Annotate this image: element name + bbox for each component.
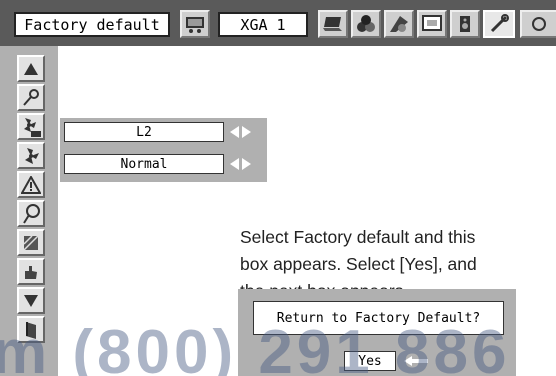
arrow-right-icon[interactable] [242,158,251,170]
pointer-arrow-icon [404,356,428,366]
exit-icon[interactable] [17,316,45,343]
instruction-line-2: box appears. Select [Yes], and [240,254,477,274]
confirm-dialog: Return to Factory Default? Yes [238,289,516,376]
row2-arrows[interactable] [230,158,251,170]
setting-value-2[interactable]: Normal [64,154,224,174]
arrow-left-icon[interactable] [230,126,239,138]
arrow-left-icon[interactable] [230,158,239,170]
speaker-icon[interactable] [450,10,480,38]
arrow-down-icon[interactable] [17,287,45,314]
filter-icon[interactable] [17,229,45,256]
warning-icon[interactable] [17,171,45,198]
balls-icon[interactable] [351,10,381,38]
screen-icon[interactable] [417,10,447,38]
row1-arrows[interactable] [230,126,251,138]
yes-button[interactable]: Yes [344,351,396,371]
setting-value-1[interactable]: L2 [64,122,224,142]
palette-icon[interactable] [384,10,414,38]
lamp-icon[interactable] [17,200,45,227]
sidebar-menu [0,46,58,376]
dialog-question: Return to Factory Default? [253,301,504,335]
key-icon[interactable] [17,84,45,111]
instruction-line-1: Select Factory default and this [240,227,476,247]
fan-icon[interactable] [17,142,45,169]
fan-off-icon[interactable] [17,113,45,140]
input-source-label: XGA 1 [218,12,308,37]
settings-panel: L2 Normal [60,118,267,182]
arrow-right-icon[interactable] [242,126,251,138]
top-menu-bar: Factory default XGA 1 [0,0,556,46]
laptop-icon[interactable] [318,10,348,38]
hand-icon[interactable] [17,258,45,285]
tools-icon[interactable] [483,10,515,38]
menu-title-label: Factory default [14,12,170,37]
more-icon[interactable] [520,10,556,38]
computer-input-icon[interactable] [180,10,210,38]
arrow-up-icon[interactable] [17,55,45,82]
